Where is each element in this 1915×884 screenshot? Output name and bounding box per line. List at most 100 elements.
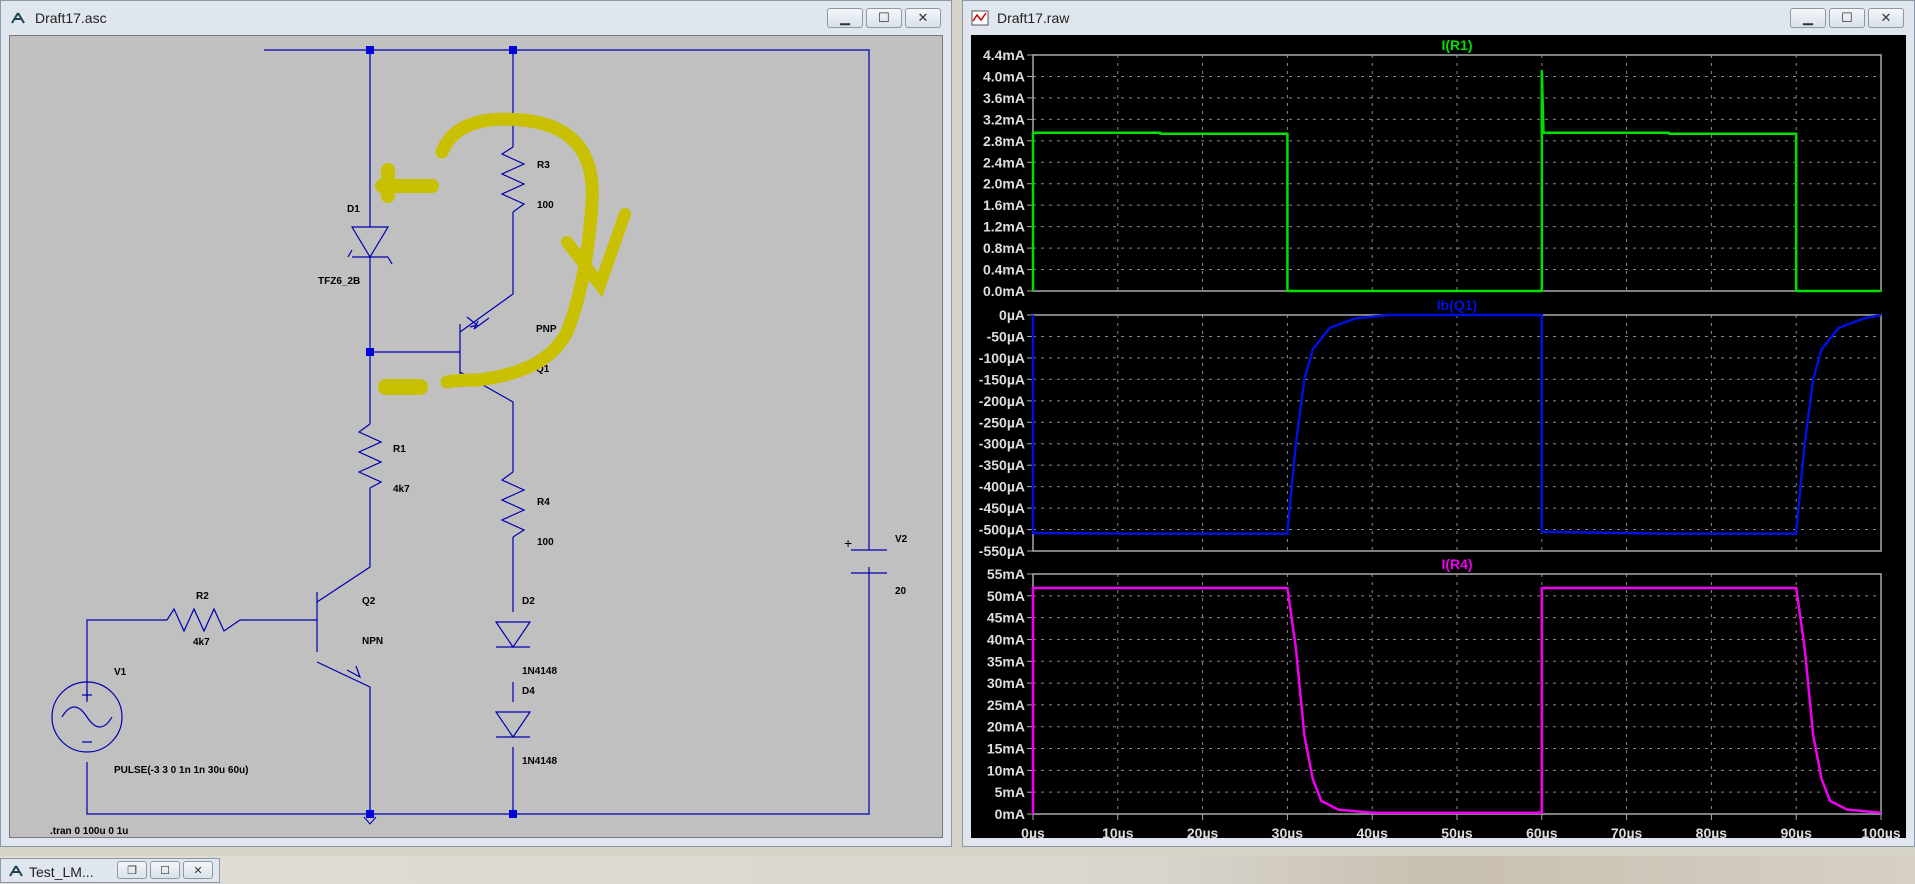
y-tick-label: -50µA (987, 328, 1025, 344)
x-tick-label: 90µs (1780, 825, 1812, 840)
y-tick-label: 0.4mA (983, 262, 1025, 278)
diode-d4 (494, 711, 532, 739)
y-tick-label: -100µA (979, 350, 1025, 366)
schematic-window[interactable]: Draft17.asc ▁ ☐ ✕ D1 TFZ6_2B R3 100 PNP … (0, 0, 952, 847)
y-tick-label: -350µA (979, 457, 1025, 473)
minimize-button[interactable]: ▁ (827, 8, 863, 28)
label-r2: R2 (196, 591, 209, 602)
label-d4-model: 1N4148 (522, 756, 557, 767)
close-button[interactable]: ✕ (905, 8, 941, 28)
waveform-titlebar[interactable]: Draft17.raw ▁ ☐ ✕ (963, 1, 1914, 35)
y-tick-label: 0.0mA (983, 283, 1025, 299)
y-tick-label: 0mA (995, 806, 1025, 822)
label-d2-model: 1N4148 (522, 666, 557, 677)
schematic-drawing: D1 TFZ6_2B R3 100 PNP Q1 R1 4k7 R4 100 D… (50, 46, 908, 837)
ltspice-app-icon (11, 12, 25, 24)
y-tick-label: 35mA (987, 653, 1025, 669)
pane-title: I(R1) (1441, 37, 1472, 53)
waveform-window-title: Draft17.raw (997, 10, 1070, 26)
yellow-annotation (375, 112, 631, 395)
y-tick-label: 45mA (987, 610, 1025, 626)
tran-directive: .tran 0 100u 0 1u (50, 826, 128, 837)
y-tick-label: 2.0mA (983, 176, 1025, 192)
x-tick-label: 100µs (1861, 825, 1900, 840)
resistor-r3 (500, 146, 526, 213)
y-tick-label: -550µA (979, 543, 1025, 559)
schematic-wires (86, 49, 887, 815)
label-r3: R3 (537, 160, 550, 171)
y-tick-label: 4.0mA (983, 68, 1025, 84)
schematic-canvas[interactable]: D1 TFZ6_2B R3 100 PNP Q1 R1 4k7 R4 100 D… (9, 35, 943, 838)
y-tick-label: 15mA (987, 741, 1025, 757)
y-tick-label: 20mA (987, 719, 1025, 735)
label-r4: R4 (537, 497, 550, 508)
y-tick-label: -500µA (979, 522, 1025, 538)
y-tick-label: 3.6mA (983, 90, 1025, 106)
schematic-titlebar[interactable]: Draft17.asc ▁ ☐ ✕ (1, 1, 951, 35)
y-tick-label: -450µA (979, 500, 1025, 516)
y-tick-label: 1.6mA (983, 197, 1025, 213)
maximize-button[interactable]: ☐ (150, 861, 180, 879)
transistor-q2 (316, 592, 362, 679)
y-tick-label: 10mA (987, 762, 1025, 778)
y-tick-label: 0.8mA (983, 240, 1025, 256)
x-tick-label: 0µs (1021, 825, 1045, 840)
x-tick-label: 70µs (1611, 825, 1643, 840)
close-button[interactable]: ✕ (183, 861, 213, 879)
y-tick-label: -250µA (979, 414, 1025, 430)
y-tick-label: 2.4mA (983, 154, 1025, 170)
y-tick-label: 2.8mA (983, 133, 1025, 149)
resistor-r2 (166, 607, 241, 633)
maximize-button[interactable]: ☐ (1829, 8, 1865, 28)
minimize-button[interactable]: ▁ (1790, 8, 1826, 28)
y-tick-label: -300µA (979, 436, 1025, 452)
waveform-plots: 4.4mA 4.0mA 3.6mA 3.2mA 2.8mA 2.4mA 2.0mA 1.6mA… (979, 37, 1901, 841)
label-d4: D4 (522, 686, 535, 697)
pane-title: I(R4) (1441, 556, 1472, 572)
y-tick-label: -200µA (979, 393, 1025, 409)
ground-symbol (363, 816, 377, 825)
label-v1-value: PULSE(-3 3 0 1n 1n 30u 60u) (114, 765, 249, 776)
ltspice-app-icon (9, 865, 23, 877)
waveform-app-icon (971, 10, 989, 26)
label-v2-value: 20 (895, 586, 907, 597)
x-tick-label: 80µs (1696, 825, 1728, 840)
resistor-r1 (357, 423, 383, 489)
label-d1: D1 (347, 204, 360, 215)
x-tick-label: 10µs (1102, 825, 1134, 840)
waveform-window[interactable]: Draft17.raw ▁ ☐ ✕ 4.4mA 4.0mA 3.6mA 3.2mA 2.… (962, 0, 1915, 847)
taskbar-item-test[interactable]: Test_LM... ❐ ☐ ✕ (0, 858, 220, 883)
resistor-r4 (500, 471, 526, 538)
label-q1-type: PNP (536, 324, 557, 335)
y-tick-label: 1.2mA (983, 219, 1025, 235)
component-labels: D1 TFZ6_2B R3 100 PNP Q1 R1 4k7 R4 100 D… (50, 160, 908, 837)
label-q2: Q2 (362, 596, 376, 607)
x-tick-label: 20µs (1187, 825, 1219, 840)
annotation-plus-sign (375, 163, 439, 203)
components (51, 146, 532, 753)
restore-button[interactable]: ❐ (117, 861, 147, 879)
taskbar: Test_LM... ❐ ☐ ✕ (0, 856, 1915, 884)
diode-d2 (494, 621, 532, 649)
x-tick-label: 50µs (1441, 825, 1473, 840)
y-tick-label: -150µA (979, 371, 1025, 387)
label-q2-type: NPN (362, 636, 383, 647)
label-r1-value: 4k7 (393, 484, 410, 495)
y-tick-label: -400µA (979, 479, 1025, 495)
label-v2: V2 (895, 534, 908, 545)
close-button[interactable]: ✕ (1868, 8, 1904, 28)
y-tick-label: 0µA (999, 307, 1025, 323)
label-d2: D2 (522, 596, 535, 607)
waveform-plot-area[interactable]: 4.4mA 4.0mA 3.6mA 3.2mA 2.8mA 2.4mA 2.0mA 1.6mA… (971, 35, 1906, 841)
label-r4-value: 100 (537, 537, 554, 548)
x-tick-label: 60µs (1526, 825, 1558, 840)
pane-title: Ib(Q1) (1437, 297, 1477, 313)
maximize-button[interactable]: ☐ (866, 8, 902, 28)
y-tick-label: 25mA (987, 697, 1025, 713)
taskbar-item-title: Test_LM... (29, 864, 94, 880)
label-v2-plus: + (844, 535, 852, 551)
label-r1: R1 (393, 444, 406, 455)
y-tick-label: 40mA (987, 631, 1025, 647)
y-tick-label: 5mA (995, 784, 1025, 800)
schematic-window-title: Draft17.asc (35, 10, 107, 26)
